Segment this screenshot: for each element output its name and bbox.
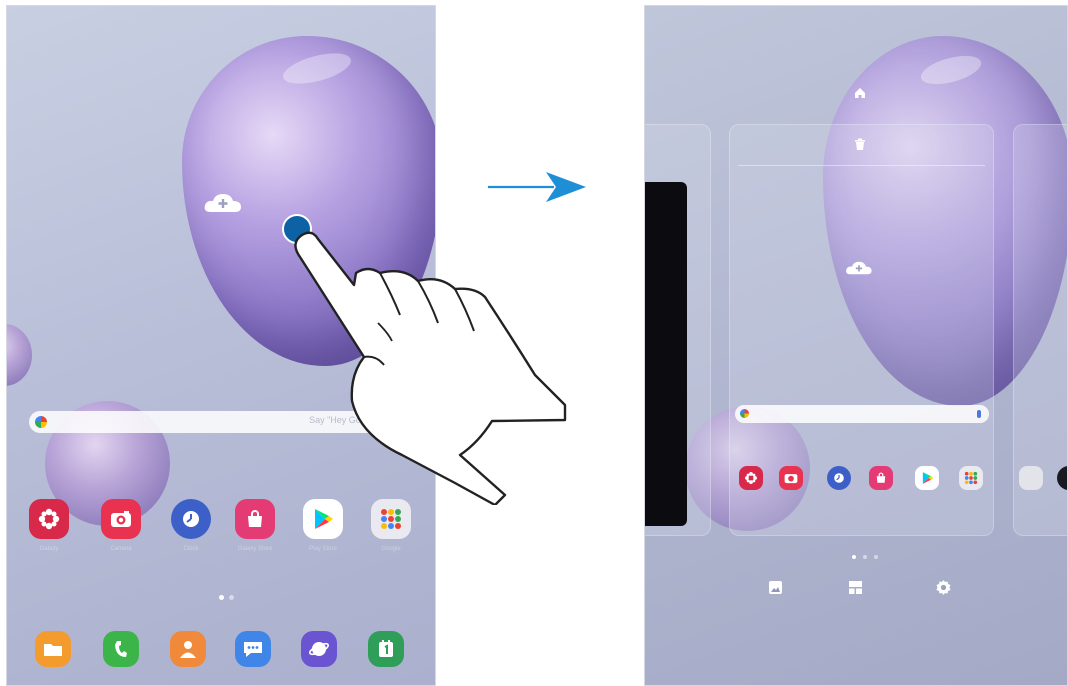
widgets-label: Widgets [835,578,836,579]
settings-icon [936,580,951,595]
next-page-folder-icon[interactable] [1019,466,1043,490]
app-label: Camera [110,546,132,552]
galaxy-store-icon [38,508,60,530]
app-icon-5[interactable] [959,466,983,490]
hand-gesture-illustration [294,231,567,505]
app-icon-0[interactable] [29,499,69,539]
page-thumbnail-current[interactable] [729,124,994,536]
google-logo-icon [35,416,47,428]
page-indicator [874,555,878,559]
app-label: Play Store [309,546,337,552]
right-arrow-icon [488,172,586,202]
page-indicator [229,595,234,600]
wallpapers-icon [769,581,782,594]
calendar-icon [379,640,393,657]
app-icon-3[interactable] [869,466,893,490]
my-files-icon [44,644,62,656]
app-label: Galaxy [39,546,59,552]
app-icon-1[interactable] [101,499,141,539]
home-screen-settings-button[interactable]: Home screen settings [923,578,963,618]
app-label: Clock [183,546,199,552]
app-icon-5[interactable] [371,499,411,539]
wallpapers-button[interactable]: Wallpapers [755,578,795,618]
app-icon-4[interactable] [915,466,939,490]
google-search-bar[interactable] [735,405,989,423]
play-store-icon [922,472,933,484]
mic-icon[interactable] [977,410,981,418]
page-indicator-active [219,595,224,600]
app-icon-4[interactable] [303,499,343,539]
home-icon[interactable] [853,86,867,100]
clock-icon [834,473,844,483]
home-screen-settings-label: Home screen settings [923,578,924,579]
dock-icon-3[interactable] [235,631,271,667]
camera-icon [111,511,131,527]
google-logo-icon [740,409,749,418]
home-screen-edit-mode: Wallpapers Widgets Home screen settings [644,5,1068,686]
galaxy-store-bag-icon [248,510,262,527]
contacts-icon [180,641,196,658]
app-label: Galaxy Store [237,546,273,552]
app-label: Google [381,546,401,552]
cloud-add-icon[interactable] [845,260,873,276]
wallpapers-label: Wallpapers [755,578,756,579]
clock-icon [183,511,199,527]
wallpaper-bubble-edge [7,324,32,386]
app-icon-3[interactable] [235,499,275,539]
dock-icon-5[interactable] [368,631,404,667]
messages-icon [244,642,262,657]
galaxy-store-bag-icon [876,472,886,483]
cloud-add-icon[interactable] [203,192,243,214]
trash-icon[interactable] [854,138,866,151]
widgets-button[interactable]: Widgets [835,578,875,618]
widgets-icon [849,581,862,594]
page-indicator-active [852,555,856,559]
galaxy-store-icon [745,472,757,484]
google-folder-icon [964,471,978,485]
app-icon-0[interactable] [739,466,763,490]
dock-icon-4[interactable] [301,631,337,667]
camera-icon [784,474,798,484]
dock-icon-2[interactable] [170,631,206,667]
internet-icon [309,642,329,656]
app-icon-1[interactable] [779,466,803,490]
new-page-panel[interactable] [645,182,687,526]
dock-icon-1[interactable] [103,631,139,667]
play-store-icon [315,509,333,529]
dock-icon-0[interactable] [35,631,71,667]
google-folder-icon [381,509,401,529]
phone-icon [115,641,127,657]
app-icon-2[interactable] [827,466,851,490]
page-divider [738,165,985,166]
app-icon-2[interactable] [171,499,211,539]
page-indicator [863,555,867,559]
